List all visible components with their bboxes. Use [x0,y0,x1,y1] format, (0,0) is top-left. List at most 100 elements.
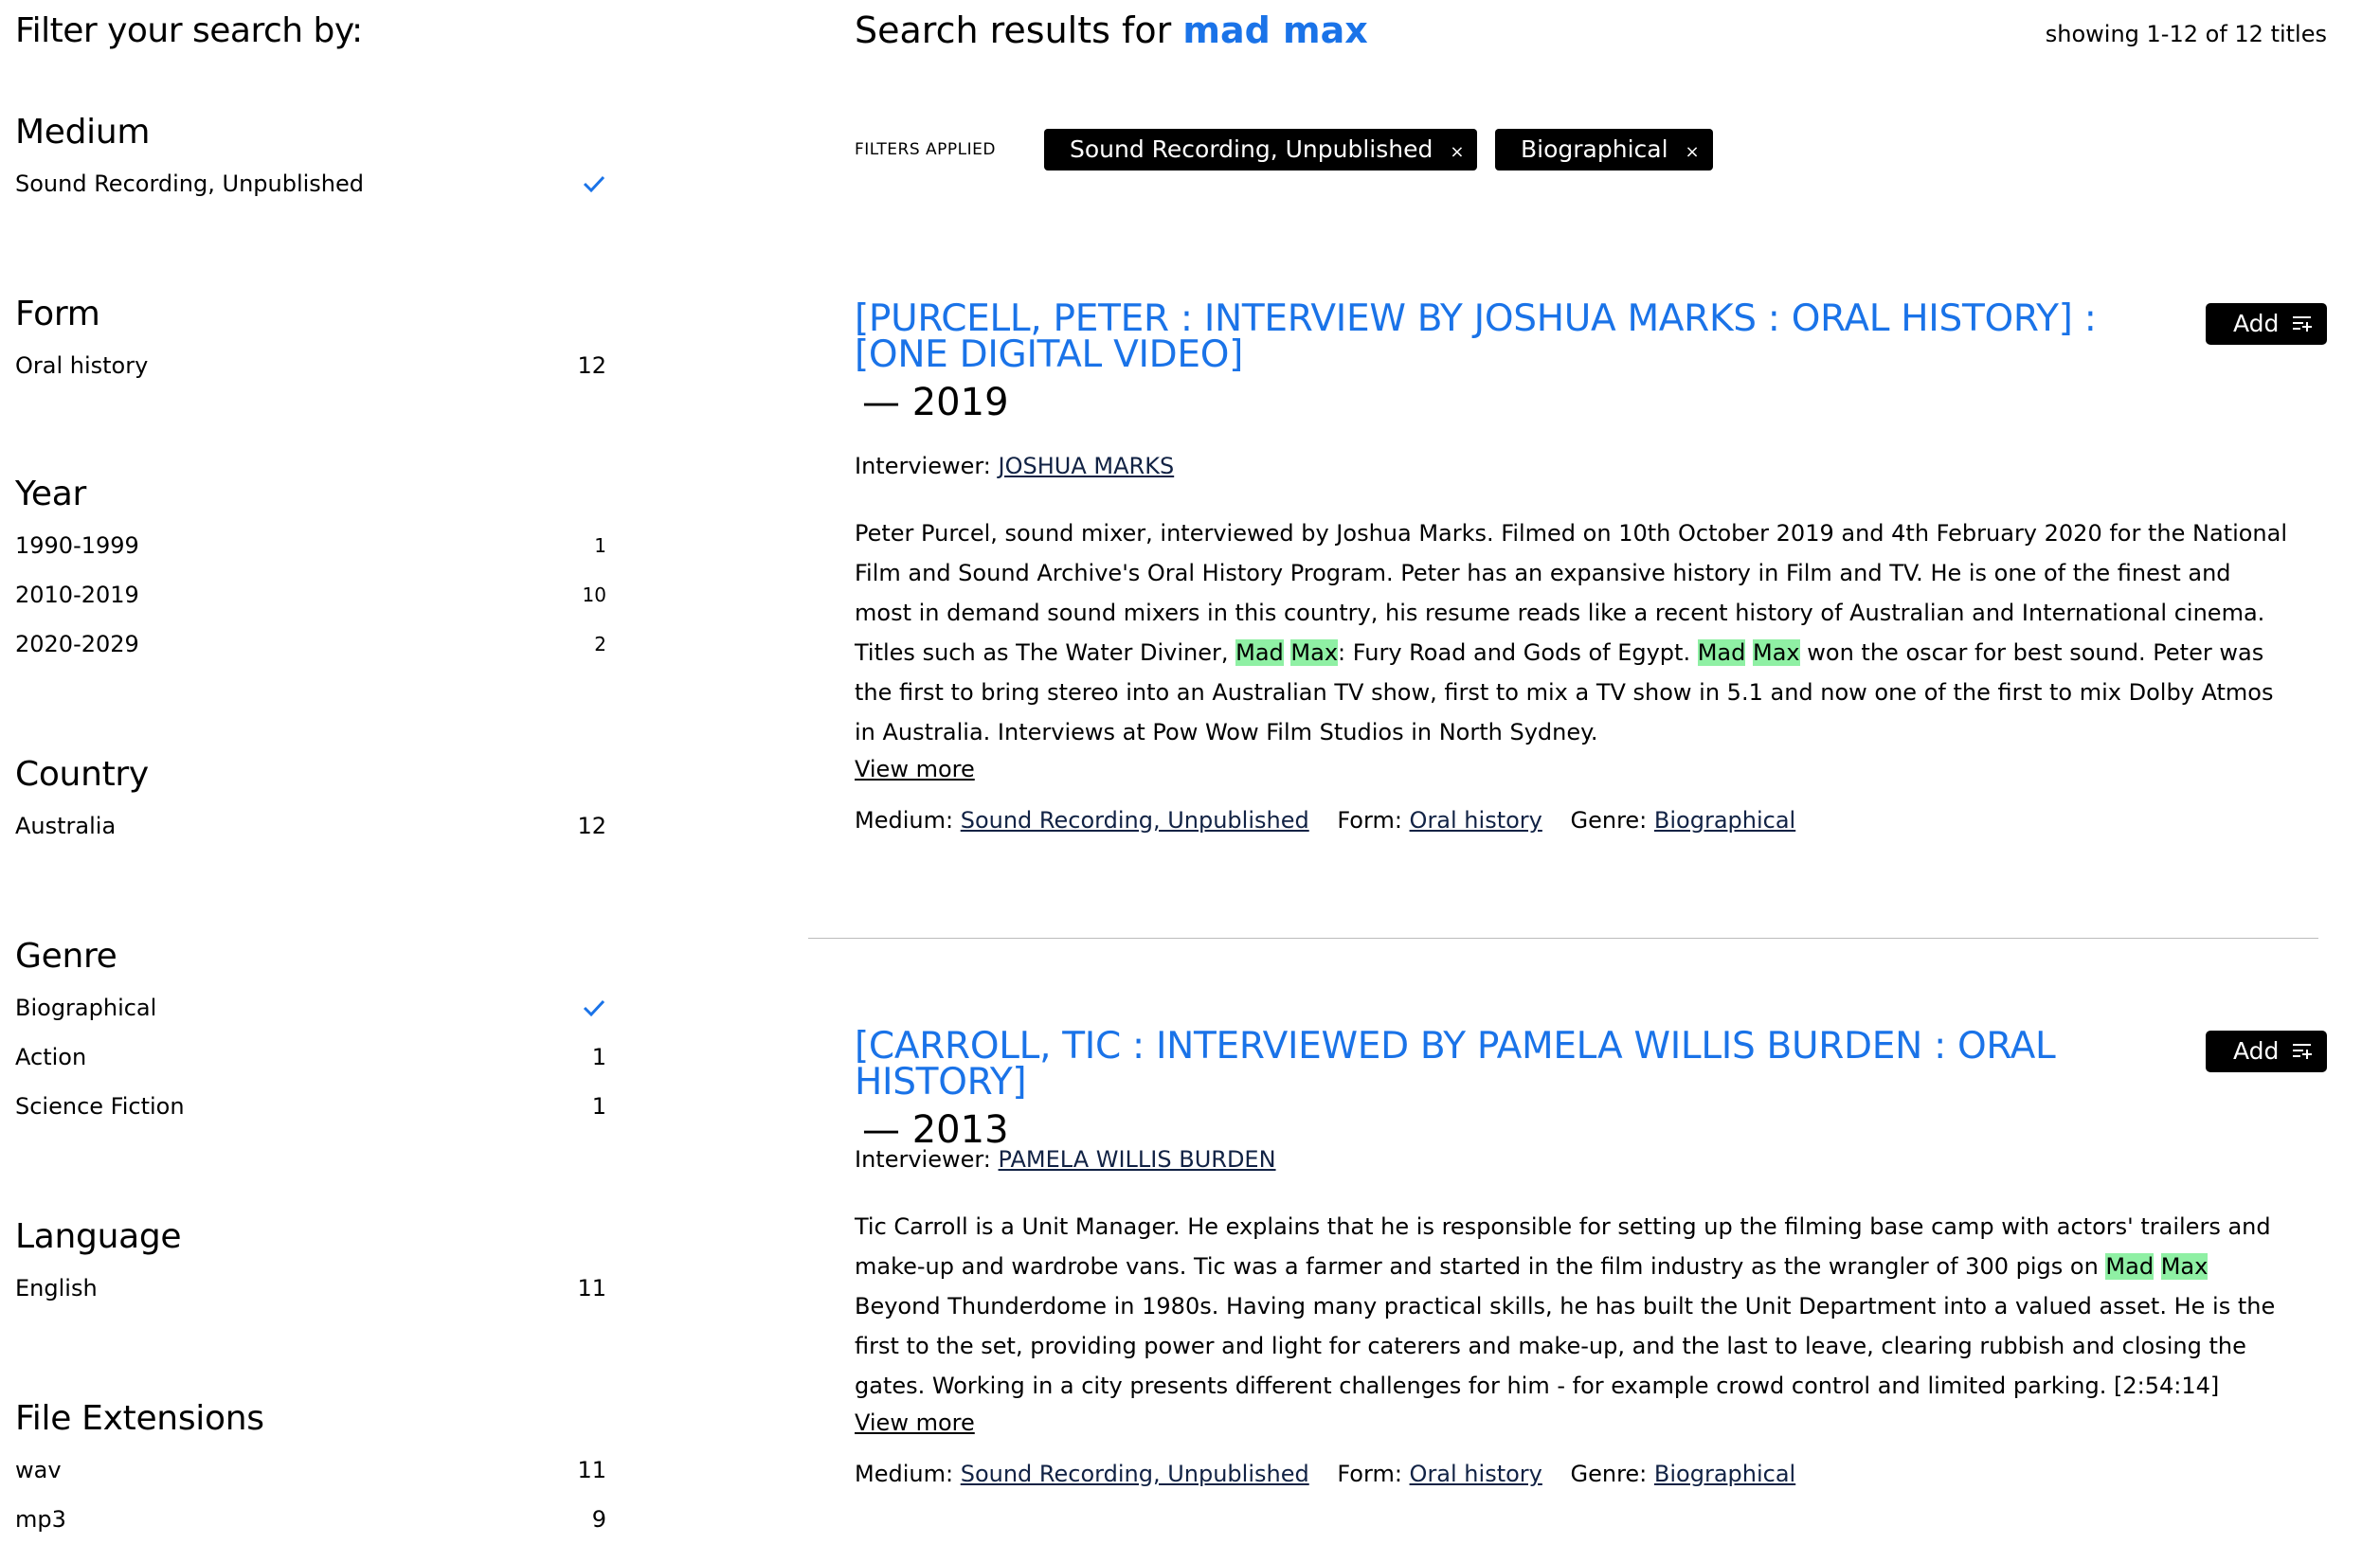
query-highlight: Mad [2105,1253,2155,1280]
facet-option-count: 1 [591,1044,606,1070]
query-highlight: Mad [1697,639,1746,666]
facet-option-english[interactable]: English 11 [15,1264,606,1313]
close-icon[interactable]: × [1450,142,1464,162]
facet-option-mp3[interactable]: mp3 9 [15,1495,606,1544]
filter-chip-label: Sound Recording, Unpublished [1070,135,1433,163]
add-button-label: Add [2233,310,2280,337]
facet-option-1990-1999[interactable]: 1990-1999 1 [15,521,606,570]
meta-genre: Genre: Biographical [1571,1461,1796,1487]
facet-option-count: 1 [591,1093,606,1120]
view-more-link[interactable]: View more [855,756,975,782]
facet-option-count: 1 [594,534,606,557]
meta-form-link[interactable]: Oral history [1410,1461,1542,1487]
view-more-link[interactable]: View more [855,1409,975,1436]
result-item: [Carroll, Tic : interviewed by Pamela Wi… [855,1028,2327,1487]
results-divider [808,938,2318,939]
search-heading: Search results for mad max [855,9,1368,51]
meta-medium: Medium: Sound Recording, Unpublished [855,1461,1309,1487]
facet-option-label: Biographical [15,995,157,1021]
facet-title: Country [15,755,149,794]
facet-option-2010-2019[interactable]: 2010-2019 10 [15,570,606,619]
facet-option-2020-2029[interactable]: 2020-2029 2 [15,619,606,669]
meta-genre-link[interactable]: Biographical [1654,1461,1795,1487]
query-highlight: Max [1290,639,1339,666]
facet-country: Country Australia 12 [15,748,606,851]
facet-option-count: 11 [577,1457,606,1483]
facet-option-wav[interactable]: wav 11 [15,1445,606,1495]
facet-option-label: wav [15,1457,62,1483]
result-title-link[interactable]: [Purcell, Peter : interview by Joshua Ma… [855,300,2115,373]
facet-language: Language English 11 [15,1211,606,1313]
facet-title: Genre [15,937,117,976]
facet-option-oral-history[interactable]: Oral history 12 [15,341,606,390]
interviewer-label: Interviewer: [855,453,991,479]
facet-option-biographical[interactable]: Biographical [15,983,606,1032]
interviewer-line: Interviewer: PAMELA WILLIS BURDEN [855,1146,1276,1173]
query-highlight: Mad [1235,639,1284,666]
result-title-link[interactable]: [Carroll, Tic : interviewed by Pamela Wi… [855,1028,2115,1101]
filter-chip-label: Biographical [1521,135,1668,163]
description-text: : Fury Road and Gods of Egypt. [1338,639,1698,666]
meta-form: Form: Oral history [1337,1461,1542,1487]
facet-option-sound-recording[interactable]: Sound Recording, Unpublished [15,159,606,208]
meta-label: Genre: [1570,807,1648,834]
result-meta: Medium: Sound Recording, Unpublished For… [855,807,1816,834]
description-text [1745,639,1753,666]
facet-option-label: English [15,1275,98,1302]
meta-medium-link[interactable]: Sound Recording, Unpublished [961,1461,1309,1487]
facet-option-count: 9 [591,1506,606,1533]
close-icon[interactable]: × [1686,142,1700,162]
facet-option-label: 1990-1999 [15,532,139,559]
facet-option-label: Action [15,1044,87,1070]
facet-option-count: 12 [577,813,606,839]
meta-genre-link[interactable]: Biographical [1654,807,1795,834]
meta-form-link[interactable]: Oral history [1410,807,1542,834]
facet-option-science-fiction[interactable]: Science Fiction 1 [15,1082,606,1131]
facet-option-count: 2 [594,633,606,655]
facet-option-label: Australia [15,813,117,839]
facet-option-label: 2020-2029 [15,631,139,657]
query-highlight: Max [1753,639,1800,666]
result-description: Tic Carroll is a Unit Manager. He explai… [855,1207,2295,1406]
meta-label: Form: [1337,1461,1402,1487]
interviewer-label: Interviewer: [855,1146,991,1173]
search-query: mad max [1182,9,1368,51]
interviewer-link[interactable]: JOSHUA MARKS [999,453,1175,479]
meta-label: Medium: [855,1461,954,1487]
facet-option-action[interactable]: Action 1 [15,1032,606,1082]
interviewer-line: Interviewer: JOSHUA MARKS [855,453,1174,479]
meta-medium-link[interactable]: Sound Recording, Unpublished [961,807,1309,834]
facet-title: File Extensions [15,1399,264,1438]
facet-option-count: 12 [577,352,606,379]
filter-chip-biographical[interactable]: Biographical × [1495,129,1713,171]
facet-title: Form [15,295,100,333]
facet-year: Year 1990-1999 1 2010-2019 10 2020-2029 … [15,468,606,669]
add-to-list-icon [2293,1044,2312,1059]
meta-genre: Genre: Biographical [1571,807,1796,834]
add-button[interactable]: Add [2206,1031,2327,1072]
add-button[interactable]: Add [2206,303,2327,345]
facet-file-extensions: File Extensions wav 11 mp3 9 [15,1392,606,1544]
facet-option-label: Science Fiction [15,1093,185,1120]
facet-option-count: 10 [582,583,606,606]
meta-form: Form: Oral history [1337,807,1542,834]
facet-genre: Genre Biographical Action 1 Science Fict… [15,930,606,1131]
meta-label: Form: [1337,807,1402,834]
result-item: [Purcell, Peter : interview by Joshua Ma… [855,300,2327,834]
meta-label: Medium: [855,807,954,834]
meta-label: Genre: [1570,1461,1648,1487]
query-highlight: Max [2160,1253,2209,1280]
filters-applied-label: FILTERS APPLIED [855,140,997,159]
interviewer-link[interactable]: PAMELA WILLIS BURDEN [999,1146,1276,1173]
facet-option-label: Sound Recording, Unpublished [15,171,365,197]
description-text: Tic Carroll is a Unit Manager. He explai… [855,1213,2271,1280]
facet-option-label: mp3 [15,1506,66,1533]
facet-title: Language [15,1217,182,1256]
description-text [2154,1253,2161,1280]
search-heading-prefix: Search results for [855,9,1172,51]
result-count: showing 1-12 of 12 titles [2045,21,2327,47]
checkmark-icon [583,175,605,193]
result-description: Peter Purcel, sound mixer, interviewed b… [855,513,2295,752]
filter-chip-sound-recording[interactable]: Sound Recording, Unpublished × [1044,129,1478,171]
facet-option-australia[interactable]: Australia 12 [15,801,606,851]
